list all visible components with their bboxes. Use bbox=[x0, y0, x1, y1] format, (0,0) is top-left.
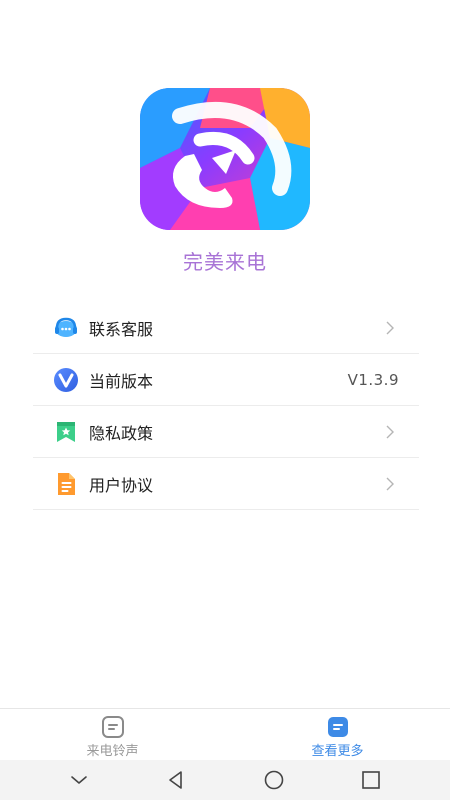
collapse-icon[interactable] bbox=[67, 768, 91, 792]
chevron-right-icon bbox=[383, 425, 397, 439]
tab-label: 查看更多 bbox=[311, 744, 364, 759]
menu-item-label: 当前版本 bbox=[89, 371, 154, 391]
app-name: 完美来电 bbox=[183, 250, 267, 274]
menu-item-contact-support[interactable]: 联系客服 bbox=[33, 302, 419, 354]
home-icon[interactable] bbox=[262, 768, 286, 792]
bottom-tab-bar: 来电铃声 查看更多 bbox=[0, 708, 450, 760]
agreement-document-icon bbox=[53, 471, 79, 497]
chevron-right-icon bbox=[383, 477, 397, 491]
chevron-right-icon bbox=[383, 321, 397, 335]
back-icon[interactable] bbox=[164, 768, 188, 792]
menu-item-current-version[interactable]: 当前版本 V1.3.9 bbox=[33, 354, 419, 406]
system-navigation-bar bbox=[0, 760, 450, 800]
recents-icon[interactable] bbox=[359, 768, 383, 792]
tab-see-more[interactable]: 查看更多 bbox=[225, 709, 450, 760]
tab-ringtones[interactable]: 来电铃声 bbox=[0, 709, 225, 760]
menu-item-label: 联系客服 bbox=[89, 319, 154, 339]
version-v-icon bbox=[53, 367, 79, 393]
menu-item-user-agreement[interactable]: 用户协议 bbox=[33, 458, 419, 510]
app-logo bbox=[140, 88, 310, 230]
menu-item-privacy-policy[interactable]: 隐私政策 bbox=[33, 406, 419, 458]
privacy-bookmark-icon bbox=[53, 419, 79, 445]
settings-menu: 联系客服 当前版本 V1.3.9 隐私政策 用户协议 bbox=[33, 302, 419, 510]
more-list-icon bbox=[326, 716, 350, 738]
version-number: V1.3.9 bbox=[347, 370, 399, 389]
menu-item-label: 用户协议 bbox=[89, 475, 154, 495]
menu-item-label: 隐私政策 bbox=[89, 423, 154, 443]
headset-icon bbox=[53, 315, 79, 341]
ringtone-list-icon bbox=[101, 716, 125, 738]
tab-label: 来电铃声 bbox=[86, 744, 139, 759]
